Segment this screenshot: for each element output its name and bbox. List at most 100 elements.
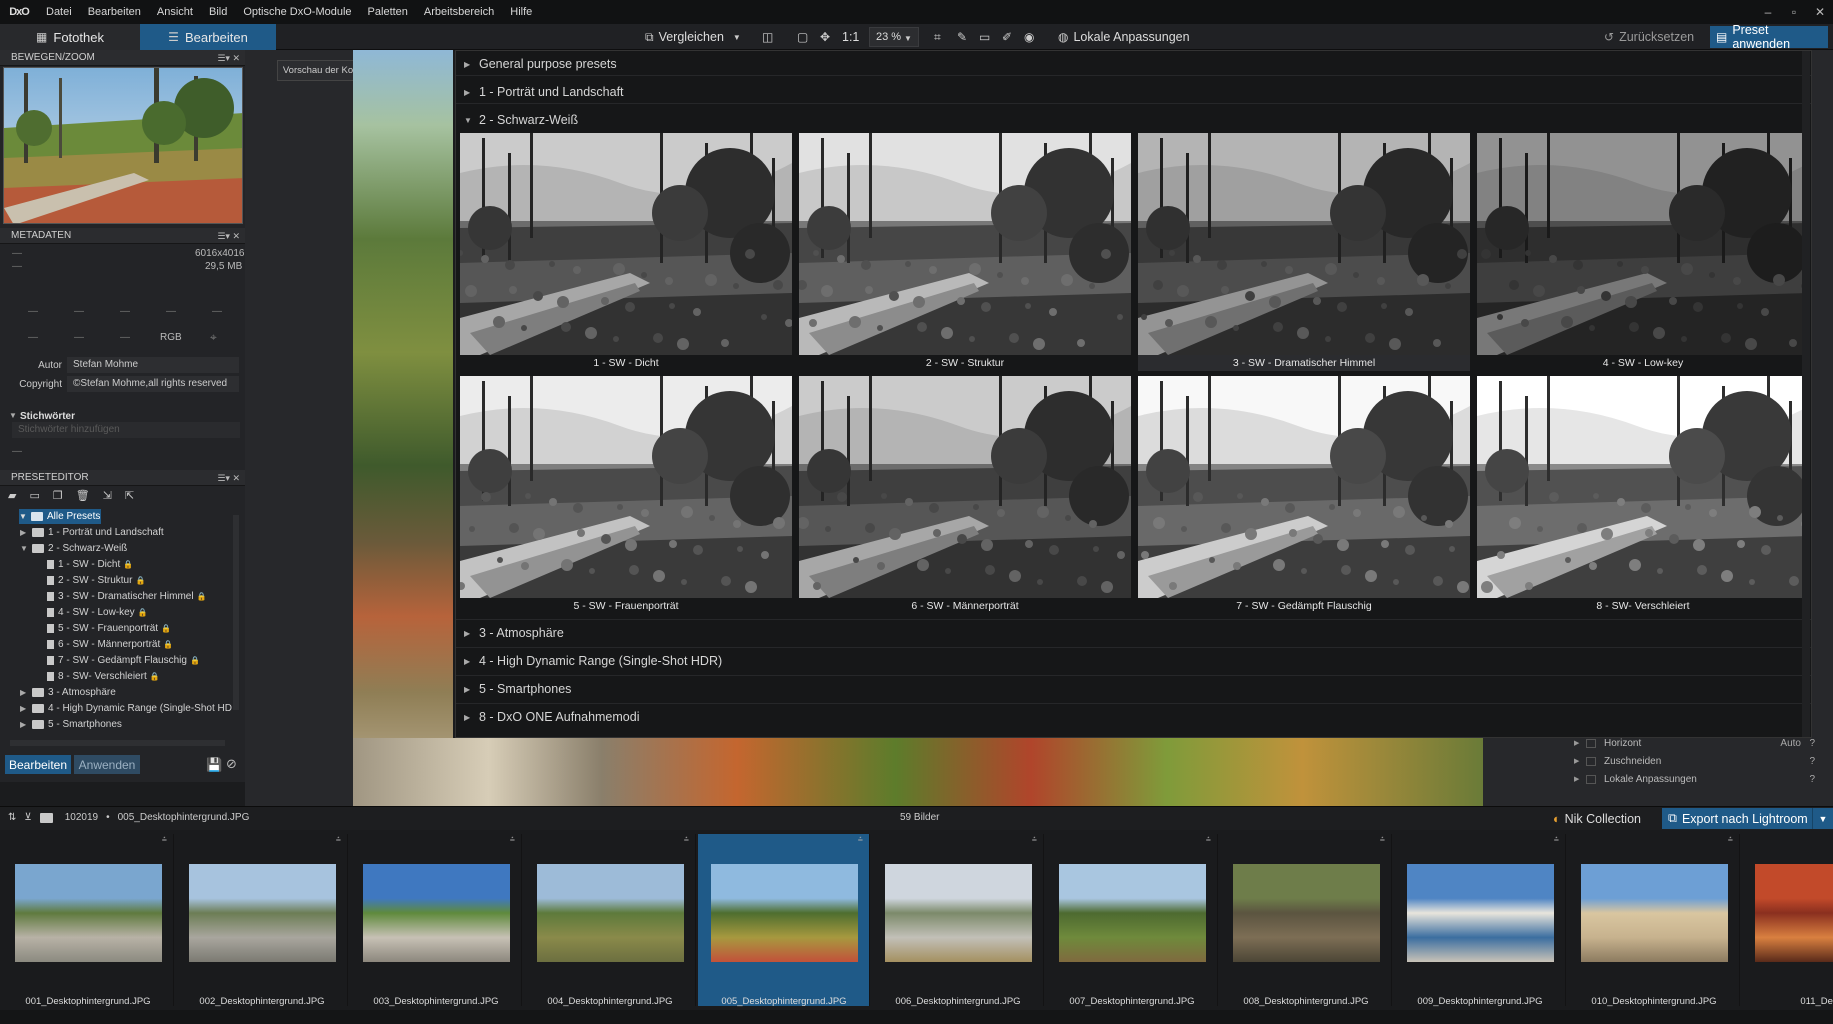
tree-item-portrait[interactable]: ▶ 1 - Porträt und Landschaft [20,525,164,540]
menu-datei[interactable]: Datei [38,0,80,24]
tree-scrollbar[interactable] [10,740,225,746]
rating-icon[interactable]: ⩮ [336,834,341,845]
preset-group-hdr[interactable]: ▶ 4 - High Dynamic Range (Single-Shot HD… [464,650,722,672]
rating-icon[interactable]: ⩮ [858,834,863,845]
horizon-tool[interactable]: ▭ [979,27,990,47]
move-button[interactable]: ✥ [820,27,830,47]
tree-item-smartphones[interactable]: ▶ 5 - Smartphones [20,717,122,732]
preset-card[interactable]: 1 - SW - Dicht [460,133,792,371]
apply-preset-editor-button[interactable]: Anwenden [74,755,140,774]
split-view-button[interactable]: ◫ [762,27,773,47]
tree-item-preset[interactable]: 7 - SW - Gedämpft Flauschig 🔒 [47,653,200,668]
help-icon[interactable]: ? [1809,756,1815,767]
preset-group-general[interactable]: ▶ General purpose presets [464,53,617,75]
duplicate-icon[interactable]: ❐ [53,489,63,505]
new-folder-icon[interactable]: ▰ [8,489,16,505]
rating-icon[interactable]: ⩮ [1380,834,1385,845]
preset-group-smartphones[interactable]: ▶ 5 - Smartphones [464,678,571,700]
eyedropper-tool[interactable]: ✎ [957,27,967,47]
rating-icon[interactable]: ⩮ [684,834,689,845]
author-field[interactable]: Stefan Mohme [67,357,239,373]
help-icon[interactable]: ? [1809,774,1815,785]
nav-panel-header[interactable]: BEWEGEN/ZOOM ☰▾ ✕ [0,50,245,66]
rating-icon[interactable]: ⩮ [162,834,167,845]
filmstrip-scrollbar[interactable] [0,1010,1833,1024]
palette-row-local[interactable]: ▶ Lokale Anpassungen ? [1574,770,1819,788]
keywords-input[interactable]: Stichwörter hinzufügen [12,422,240,438]
help-icon[interactable]: ? [1809,738,1815,749]
chevron-down-icon[interactable]: ▼ [9,411,17,420]
film-thumb-selected[interactable]: ⩮ 005_Desktophintergrund.JPG [698,834,870,1007]
new-preset-icon[interactable]: ▭ [29,489,39,505]
edit-preset-button[interactable]: Bearbeiten [5,755,71,774]
tree-item-preset[interactable]: 4 - SW - Low-key 🔒 [47,605,148,620]
tree-item-preset[interactable]: 1 - SW - Dicht 🔒 [47,557,133,572]
film-thumb[interactable]: ⩮ 003_Desktophintergrund.JPG [350,834,522,1007]
film-thumb[interactable]: ⩮ 002_Desktophintergrund.JPG [176,834,348,1007]
film-thumb[interactable]: ⩮ 007_Desktophintergrund.JPG [1046,834,1218,1007]
import-icon[interactable]: ⇲ [103,489,112,505]
tree-item-hdr[interactable]: ▶ 4 - High Dynamic Range (Single-Shot HD [20,701,232,716]
export-dropdown[interactable]: ▼ [1812,808,1833,829]
preset-group-portrait[interactable]: ▶ 1 - Porträt und Landschaft [464,81,624,103]
popup-scrollbar[interactable] [1802,51,1810,737]
preset-card[interactable]: 2 - SW - Struktur [799,133,1131,371]
toggle-box[interactable] [1586,756,1596,766]
maximize-icon[interactable]: ▫ [1781,0,1807,24]
folder-name[interactable]: 102019 [65,812,98,823]
local-adjust-button[interactable]: ◍ Lokale Anpassungen [1058,27,1190,47]
menu-ansicht[interactable]: Ansicht [149,0,201,24]
sort-icon[interactable]: ⇅ [8,812,16,823]
menu-bearbeiten[interactable]: Bearbeiten [80,0,149,24]
film-thumb[interactable]: ⩮ 006_Desktophintergrund.JPG [872,834,1044,1007]
palette-row-crop[interactable]: ▶ Zuschneiden ? [1574,752,1819,770]
save-icon[interactable]: 💾 [206,757,222,773]
preset-card[interactable]: 5 - SW - Frauenporträt [460,376,792,614]
rating-icon[interactable]: ⩮ [1032,834,1037,845]
film-thumb[interactable]: ⩮ 004_Desktophintergrund.JPG [524,834,696,1007]
metadata-panel-header[interactable]: METADATEN ☰▾ ✕ [0,228,245,244]
toggle-box[interactable] [1586,738,1596,748]
menu-optische-module[interactable]: Optische DxO-Module [235,0,359,24]
export-icon[interactable]: ⇱ [125,489,134,505]
menu-hilfe[interactable]: Hilfe [502,0,540,24]
rating-icon[interactable]: ⩮ [1206,834,1211,845]
tree-item-atmosphere[interactable]: ▶ 3 - Atmosphäre [20,685,116,700]
reset-button[interactable]: ↺ Zurücksetzen [1604,27,1694,47]
film-thumb[interactable]: ⩮ 009_Desktophintergrund.JPG [1394,834,1566,1007]
film-thumb[interactable]: ⩮ 010_Desktophintergrund.JPG [1568,834,1740,1007]
menu-paletten[interactable]: Paletten [360,0,416,24]
preset-group-atmosphere[interactable]: ▶ 3 - Atmosphäre [464,622,564,644]
tree-item-preset[interactable]: 2 - SW - Struktur 🔒 [47,573,145,588]
rating-icon[interactable]: ⩮ [1728,834,1733,845]
filter-icon[interactable]: ⊻ [24,812,31,823]
minimize-icon[interactable]: – [1755,0,1781,24]
cancel-icon[interactable]: ⊘ [226,756,237,772]
tab-fotothek[interactable]: ▦ Fotothek [0,24,140,50]
tree-item-preset[interactable]: 5 - SW - Frauenporträt 🔒 [47,621,171,636]
tree-item-all-presets[interactable]: ▼ Alle Presets [19,509,101,524]
preset-card[interactable]: 4 - SW - Low-key [1477,133,1809,371]
zoom-dropdown[interactable]: ▼ [904,28,912,48]
crop-tool[interactable]: ⌗ [934,27,941,47]
ratio-button[interactable]: 1:1 [842,27,859,47]
panel-menu-icon[interactable]: ☰▾ ✕ [217,470,240,486]
tab-bearbeiten[interactable]: ☰ Bearbeiten [140,24,276,50]
preset-card[interactable]: 8 - SW- Verschleiert [1477,376,1809,614]
preview-toggle[interactable]: ◉ [1024,27,1034,47]
export-lightroom-button[interactable]: ⧉ Export nach Lightroom [1662,808,1824,829]
menu-bild[interactable]: Bild [201,0,235,24]
preset-group-bw[interactable]: ▼ 2 - Schwarz-Weiß [464,109,578,131]
film-thumb[interactable]: ⩮ 001_Desktophintergrund.JPG [2,834,174,1007]
apply-preset-button[interactable]: ▤ Preset anwenden [1710,23,1828,51]
close-window-icon[interactable]: ✕ [1807,0,1833,24]
copyright-field[interactable]: ©Stefan Mohme,all rights reserved [67,376,239,392]
menu-arbeitsbereich[interactable]: Arbeitsbereich [416,0,502,24]
navigator-thumbnail[interactable] [3,67,243,224]
rating-icon[interactable]: ⩮ [510,834,515,845]
preset-card[interactable]: 6 - SW - Männerporträt [799,376,1131,614]
tree-item-bw[interactable]: ▼ 2 - Schwarz-Weiß [20,541,127,556]
film-thumb[interactable]: ⩮011_Desktop [1742,834,1833,1007]
nik-collection-button[interactable]: ◐ Nik Collection [1553,809,1641,828]
preset-card[interactable]: 7 - SW - Gedämpft Flauschig [1138,376,1470,614]
